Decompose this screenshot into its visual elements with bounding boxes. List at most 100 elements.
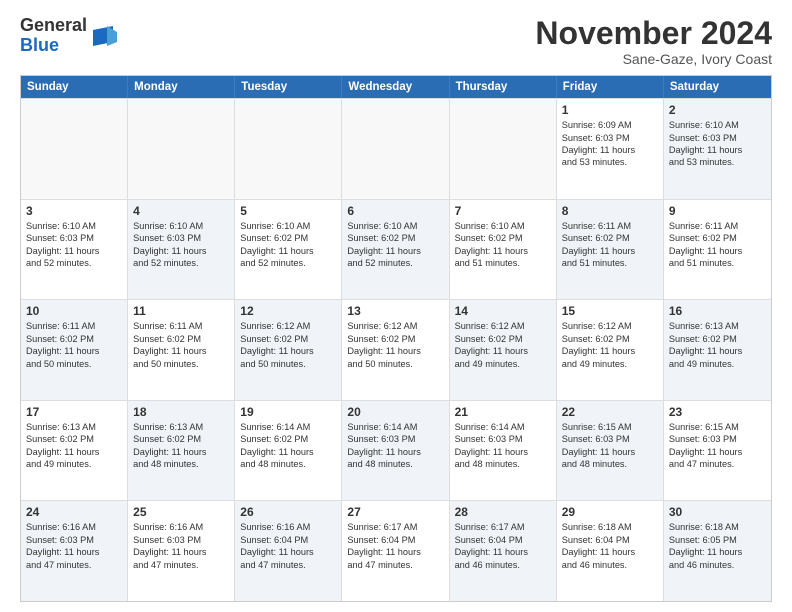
cell-info-line: Sunrise: 6:11 AM (669, 220, 766, 232)
cell-info-line: Sunset: 6:02 PM (240, 232, 336, 244)
cell-info-line: Daylight: 11 hours (133, 546, 229, 558)
calendar-row: 1Sunrise: 6:09 AMSunset: 6:03 PMDaylight… (21, 98, 771, 199)
day-number: 4 (133, 204, 229, 218)
month-title: November 2024 (535, 16, 772, 51)
day-number: 23 (669, 405, 766, 419)
cell-info-line: and 51 minutes. (562, 257, 658, 269)
calendar-cell: 10Sunrise: 6:11 AMSunset: 6:02 PMDayligh… (21, 300, 128, 400)
calendar-cell: 2Sunrise: 6:10 AMSunset: 6:03 PMDaylight… (664, 99, 771, 199)
cell-info-line: Sunset: 6:03 PM (347, 433, 443, 445)
cell-info-line: and 51 minutes. (669, 257, 766, 269)
calendar-row: 3Sunrise: 6:10 AMSunset: 6:03 PMDaylight… (21, 199, 771, 300)
cell-info-line: Sunrise: 6:11 AM (133, 320, 229, 332)
cell-info-line: Daylight: 11 hours (562, 345, 658, 357)
cell-info-line: and 52 minutes. (240, 257, 336, 269)
cell-info-line: Sunrise: 6:17 AM (455, 521, 551, 533)
day-number: 13 (347, 304, 443, 318)
cell-info-line: and 48 minutes. (562, 458, 658, 470)
cell-info-line: and 48 minutes. (347, 458, 443, 470)
cell-info-line: and 47 minutes. (240, 559, 336, 571)
cell-info-line: and 52 minutes. (26, 257, 122, 269)
calendar-cell (128, 99, 235, 199)
cell-info-line: and 46 minutes. (455, 559, 551, 571)
cell-info-line: Sunset: 6:03 PM (455, 433, 551, 445)
day-number: 17 (26, 405, 122, 419)
header: General Blue November 2024 Sane-Gaze, Iv… (20, 16, 772, 67)
cell-info-line: Daylight: 11 hours (240, 546, 336, 558)
cell-info-line: Daylight: 11 hours (455, 245, 551, 257)
day-number: 16 (669, 304, 766, 318)
cell-info-line: Daylight: 11 hours (562, 144, 658, 156)
calendar-cell: 27Sunrise: 6:17 AMSunset: 6:04 PMDayligh… (342, 501, 449, 601)
cell-info-line: Daylight: 11 hours (669, 245, 766, 257)
day-number: 14 (455, 304, 551, 318)
cell-info-line: Sunset: 6:02 PM (347, 333, 443, 345)
calendar-header: SundayMondayTuesdayWednesdayThursdayFrid… (21, 76, 771, 98)
cell-info-line: Daylight: 11 hours (455, 446, 551, 458)
cell-info-line: and 50 minutes. (133, 358, 229, 370)
cell-info-line: Sunrise: 6:15 AM (669, 421, 766, 433)
cell-info-line: Sunrise: 6:10 AM (347, 220, 443, 232)
cell-info-line: and 46 minutes. (669, 559, 766, 571)
calendar-cell: 28Sunrise: 6:17 AMSunset: 6:04 PMDayligh… (450, 501, 557, 601)
cell-info-line: Daylight: 11 hours (240, 446, 336, 458)
cell-info-line: Sunset: 6:02 PM (455, 232, 551, 244)
day-number: 1 (562, 103, 658, 117)
cell-info-line: and 48 minutes. (455, 458, 551, 470)
calendar-cell: 13Sunrise: 6:12 AMSunset: 6:02 PMDayligh… (342, 300, 449, 400)
cell-info-line: and 47 minutes. (347, 559, 443, 571)
cell-info-line: Sunset: 6:04 PM (240, 534, 336, 546)
cell-info-line: Sunset: 6:02 PM (133, 433, 229, 445)
calendar-cell: 29Sunrise: 6:18 AMSunset: 6:04 PMDayligh… (557, 501, 664, 601)
day-number: 12 (240, 304, 336, 318)
cell-info-line: and 46 minutes. (562, 559, 658, 571)
cell-info-line: Sunset: 6:03 PM (562, 433, 658, 445)
cell-info-line: Sunrise: 6:13 AM (26, 421, 122, 433)
calendar-cell: 26Sunrise: 6:16 AMSunset: 6:04 PMDayligh… (235, 501, 342, 601)
calendar-cell: 23Sunrise: 6:15 AMSunset: 6:03 PMDayligh… (664, 401, 771, 501)
calendar-header-cell: Tuesday (235, 76, 342, 98)
cell-info-line: Sunset: 6:03 PM (669, 132, 766, 144)
cell-info-line: Daylight: 11 hours (133, 345, 229, 357)
cell-info-line: Sunrise: 6:15 AM (562, 421, 658, 433)
cell-info-line: Sunrise: 6:18 AM (562, 521, 658, 533)
cell-info-line: Daylight: 11 hours (669, 546, 766, 558)
cell-info-line: Sunrise: 6:13 AM (133, 421, 229, 433)
day-number: 8 (562, 204, 658, 218)
cell-info-line: Sunset: 6:02 PM (240, 433, 336, 445)
day-number: 26 (240, 505, 336, 519)
calendar-cell: 16Sunrise: 6:13 AMSunset: 6:02 PMDayligh… (664, 300, 771, 400)
cell-info-line: Sunset: 6:02 PM (347, 232, 443, 244)
cell-info-line: Sunset: 6:02 PM (240, 333, 336, 345)
cell-info-line: Daylight: 11 hours (133, 446, 229, 458)
cell-info-line: Daylight: 11 hours (240, 245, 336, 257)
cell-info-line: Sunrise: 6:14 AM (347, 421, 443, 433)
day-number: 30 (669, 505, 766, 519)
day-number: 21 (455, 405, 551, 419)
cell-info-line: Sunrise: 6:10 AM (669, 119, 766, 131)
day-number: 10 (26, 304, 122, 318)
cell-info-line: and 48 minutes. (133, 458, 229, 470)
day-number: 29 (562, 505, 658, 519)
cell-info-line: Sunrise: 6:12 AM (562, 320, 658, 332)
calendar-cell: 22Sunrise: 6:15 AMSunset: 6:03 PMDayligh… (557, 401, 664, 501)
cell-info-line: Daylight: 11 hours (347, 546, 443, 558)
cell-info-line: Daylight: 11 hours (347, 345, 443, 357)
cell-info-line: Sunset: 6:02 PM (562, 333, 658, 345)
cell-info-line: Sunset: 6:02 PM (26, 433, 122, 445)
cell-info-line: Sunrise: 6:14 AM (455, 421, 551, 433)
location: Sane-Gaze, Ivory Coast (535, 51, 772, 67)
calendar-header-cell: Friday (557, 76, 664, 98)
calendar-header-cell: Thursday (450, 76, 557, 98)
calendar-cell (342, 99, 449, 199)
cell-info-line: Daylight: 11 hours (347, 446, 443, 458)
cell-info-line: and 49 minutes. (669, 358, 766, 370)
cell-info-line: Sunset: 6:04 PM (347, 534, 443, 546)
calendar-cell: 11Sunrise: 6:11 AMSunset: 6:02 PMDayligh… (128, 300, 235, 400)
cell-info-line: and 47 minutes. (133, 559, 229, 571)
day-number: 25 (133, 505, 229, 519)
cell-info-line: Sunset: 6:05 PM (669, 534, 766, 546)
calendar: SundayMondayTuesdayWednesdayThursdayFrid… (20, 75, 772, 602)
cell-info-line: Sunrise: 6:11 AM (562, 220, 658, 232)
day-number: 28 (455, 505, 551, 519)
